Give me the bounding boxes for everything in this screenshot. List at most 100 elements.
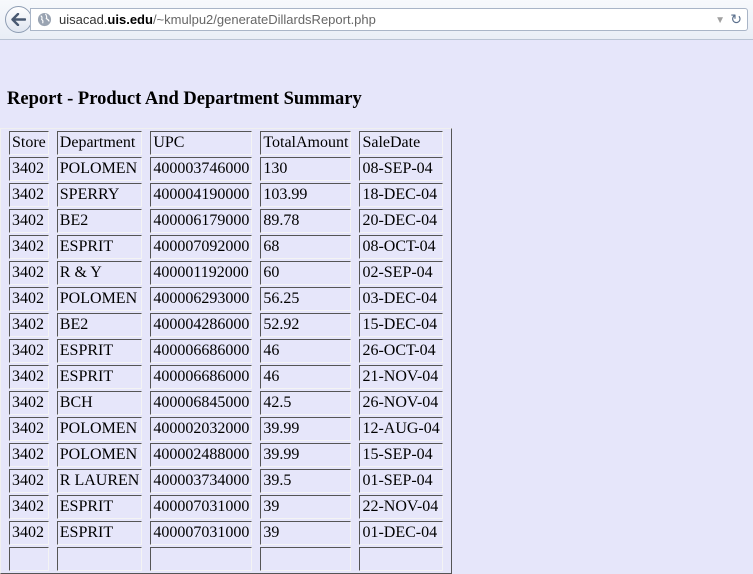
back-button[interactable] (5, 6, 32, 33)
cell-total-amount: 103.99 (260, 183, 352, 207)
cell-sale-date: 01-DEC-04 (359, 521, 443, 545)
cell-sale-date: 03-DEC-04 (359, 287, 443, 311)
cell-department: BCH (56, 391, 143, 415)
table-row: 3402 POLOMEN 400006293000 56.25 03-DEC-04 (9, 287, 443, 311)
cell-total-amount: 68 (260, 235, 352, 259)
cell-total-amount: 52.92 (260, 313, 352, 337)
cell-department: ESPRIT (56, 521, 143, 545)
cell-total-amount: 89.78 (260, 209, 352, 233)
cell-upc: 400007092000 (150, 235, 253, 259)
cell-total-amount: 130 (260, 157, 352, 181)
cell-upc: 400002488000 (150, 443, 253, 467)
table-row: 3402 R LAUREN 400003734000 39.5 01-SEP-04 (9, 469, 443, 493)
cell-total-amount: 60 (260, 261, 352, 285)
cell-total-amount: 39.99 (260, 417, 352, 441)
table-row: 3402 BCH 400006845000 42.5 26-NOV-04 (9, 391, 443, 415)
cell-total-amount: 39.99 (260, 443, 352, 467)
table-row: 3402 ESPRIT 400007031000 39 01-DEC-04 (9, 521, 443, 545)
cell-total-amount: 39 (260, 521, 352, 545)
table-header-row: Store Department UPC TotalAmount SaleDat… (9, 131, 443, 155)
table-row (9, 547, 443, 571)
cell-upc: 400007031000 (150, 521, 253, 545)
cell-sale-date: 26-NOV-04 (359, 391, 443, 415)
cell-upc: 400006845000 (150, 391, 253, 415)
cell-total-amount: 46 (260, 339, 352, 363)
table-row: 3402 BE2 400004286000 52.92 15-DEC-04 (9, 313, 443, 337)
cell-sale-date: 12-AUG-04 (359, 417, 443, 441)
reload-icon[interactable]: ↻ (730, 9, 742, 30)
cell-upc: 400006686000 (150, 339, 253, 363)
cell-store: 3402 (9, 469, 49, 493)
cell-department: BE2 (56, 313, 143, 337)
cell-sale-date: 15-DEC-04 (359, 313, 443, 337)
column-header-upc: UPC (150, 131, 253, 155)
cell-upc: 400006293000 (150, 287, 253, 311)
column-header-total-amount: TotalAmount (260, 131, 352, 155)
cell-sale-date: 02-SEP-04 (359, 261, 443, 285)
cell-department: ESPRIT (56, 365, 143, 389)
report-table: Store Department UPC TotalAmount SaleDat… (0, 128, 452, 574)
cell-upc: 400006179000 (150, 209, 253, 233)
url-host-prefix: uisacad. (59, 12, 108, 27)
cell-department: POLOMEN (56, 287, 143, 311)
cell-department: BE2 (56, 209, 143, 233)
cell-total-amount: 39.5 (260, 469, 352, 493)
cell-sale-date: 01-SEP-04 (359, 469, 443, 493)
globe-icon (37, 12, 52, 27)
cell-total-amount: 42.5 (260, 391, 352, 415)
cell-store (9, 547, 49, 571)
table-row: 3402 SPERRY 400004190000 103.99 18-DEC-04 (9, 183, 443, 207)
cell-upc: 400007031000 (150, 495, 253, 519)
cell-department: R LAUREN (56, 469, 143, 493)
cell-sale-date: 08-SEP-04 (359, 157, 443, 181)
table-row: 3402 ESPRIT 400006686000 46 21-NOV-04 (9, 365, 443, 389)
cell-sale-date: 08-OCT-04 (359, 235, 443, 259)
cell-upc: 400003734000 (150, 469, 253, 493)
cell-store: 3402 (9, 391, 49, 415)
table-row: 3402 ESPRIT 400007031000 39 22-NOV-04 (9, 495, 443, 519)
table-row: 3402 ESPRIT 400007092000 68 08-OCT-04 (9, 235, 443, 259)
url-dropdown-icon[interactable]: ▼ (715, 10, 725, 31)
cell-total-amount: 39 (260, 495, 352, 519)
cell-sale-date (359, 547, 443, 571)
table-row: 3402 R & Y 400001192000 60 02-SEP-04 (9, 261, 443, 285)
cell-sale-date: 20-DEC-04 (359, 209, 443, 233)
column-header-department: Department (56, 131, 143, 155)
address-bar[interactable]: uisacad.uis.edu/~kmulpu2/generateDillard… (30, 8, 748, 31)
cell-store: 3402 (9, 521, 49, 545)
cell-upc: 400004286000 (150, 313, 253, 337)
table-body: 3402 POLOMEN 400003746000 130 08-SEP-04 3402 S… (9, 157, 443, 571)
cell-department: POLOMEN (56, 417, 143, 441)
cell-store: 3402 (9, 261, 49, 285)
cell-department (56, 547, 143, 571)
cell-upc: 400001192000 (150, 261, 253, 285)
cell-store: 3402 (9, 365, 49, 389)
cell-store: 3402 (9, 495, 49, 519)
cell-department: ESPRIT (56, 339, 143, 363)
cell-total-amount: 46 (260, 365, 352, 389)
cell-store: 3402 (9, 287, 49, 311)
cell-department: SPERRY (56, 183, 143, 207)
cell-sale-date: 18-DEC-04 (359, 183, 443, 207)
cell-total-amount (260, 547, 352, 571)
table-row: 3402 ESPRIT 400006686000 46 26-OCT-04 (9, 339, 443, 363)
table-row: 3402 POLOMEN 400002488000 39.99 15-SEP-04 (9, 443, 443, 467)
cell-store: 3402 (9, 339, 49, 363)
cell-store: 3402 (9, 235, 49, 259)
cell-upc: 400003746000 (150, 157, 253, 181)
column-header-store: Store (9, 131, 49, 155)
cell-upc: 400004190000 (150, 183, 253, 207)
cell-store: 3402 (9, 313, 49, 337)
cell-store: 3402 (9, 183, 49, 207)
cell-department: R & Y (56, 261, 143, 285)
table-row: 3402 POLOMEN 400002032000 39.99 12-AUG-04 (9, 417, 443, 441)
cell-department: ESPRIT (56, 235, 143, 259)
table-row: 3402 POLOMEN 400003746000 130 08-SEP-04 (9, 157, 443, 181)
cell-store: 3402 (9, 443, 49, 467)
cell-department: POLOMEN (56, 443, 143, 467)
cell-department: POLOMEN (56, 157, 143, 181)
cell-sale-date: 21-NOV-04 (359, 365, 443, 389)
cell-upc: 400006686000 (150, 365, 253, 389)
browser-toolbar: uisacad.uis.edu/~kmulpu2/generateDillard… (0, 0, 753, 40)
cell-upc (150, 547, 253, 571)
